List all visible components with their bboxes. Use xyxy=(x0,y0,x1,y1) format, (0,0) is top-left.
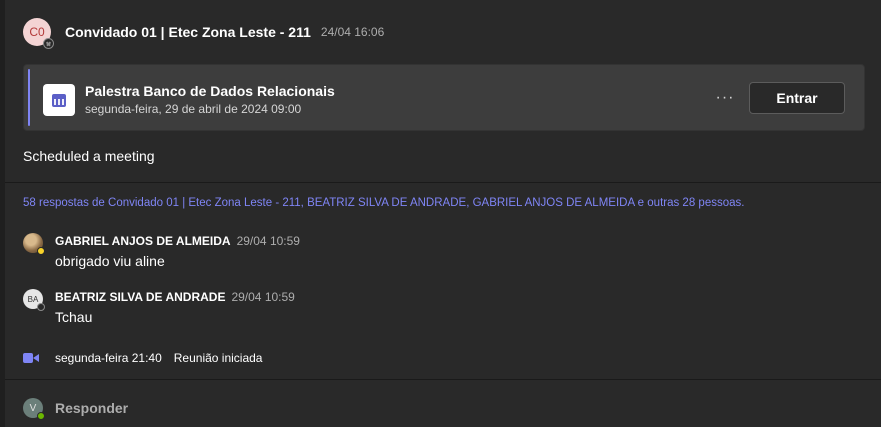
more-options-button[interactable]: ··· xyxy=(714,87,736,109)
sender-avatar[interactable]: C0 xyxy=(23,18,54,49)
post-timestamp: 24/04 16:06 xyxy=(320,25,385,39)
reply-avatar[interactable]: BA xyxy=(23,289,45,311)
replies-summary-link[interactable]: 58 respostas de Convidado 01 | Etec Zona… xyxy=(23,197,744,209)
event-time: segunda-feira 21:40 xyxy=(55,351,162,365)
available-status-icon xyxy=(37,412,45,420)
divider xyxy=(5,379,881,380)
offline-status-icon xyxy=(37,303,45,311)
video-icon xyxy=(23,352,39,364)
calendar-icon xyxy=(43,84,75,116)
away-status-icon xyxy=(37,247,45,255)
meeting-title[interactable]: Palestra Banco de Dados Relacionais xyxy=(85,83,335,99)
reply-timestamp: 29/04 10:59 xyxy=(231,290,295,304)
user-avatar: V xyxy=(23,398,45,420)
message-text: Scheduled a meeting xyxy=(23,148,155,164)
reply-text: Tchau xyxy=(55,309,93,325)
reply-timestamp: 29/04 10:59 xyxy=(236,234,300,248)
event-text: Reunião iniciada xyxy=(173,351,263,365)
join-button[interactable]: Entrar xyxy=(749,82,845,114)
card-accent-bar xyxy=(28,69,30,126)
meeting-card[interactable]: Palestra Banco de Dados Relacionais segu… xyxy=(23,64,865,131)
meeting-date: segunda-feira, 29 de abril de 2024 09:00 xyxy=(85,102,302,116)
reply-text: obrigado viu aline xyxy=(55,253,165,269)
conversation-post: C0 Convidado 01 | Etec Zona Leste - 211 … xyxy=(5,0,881,427)
reply-label[interactable]: Responder xyxy=(55,400,128,416)
divider xyxy=(5,182,881,183)
post-header: C0 Convidado 01 | Etec Zona Leste - 211 … xyxy=(23,17,385,49)
reply-author[interactable]: GABRIEL ANJOS DE ALMEIDA xyxy=(55,234,231,248)
sender-name[interactable]: Convidado 01 | Etec Zona Leste - 211 xyxy=(65,24,311,40)
avatar-initials: V xyxy=(29,402,37,414)
meeting-started-event: segunda-feira 21:40 Reunião iniciada xyxy=(23,349,262,367)
avatar-initials: C0 xyxy=(29,25,45,39)
reply-avatar[interactable] xyxy=(23,233,45,255)
avatar-initials: BA xyxy=(27,294,39,304)
offline-status-icon xyxy=(43,38,54,49)
reply-button[interactable]: V Responder xyxy=(23,397,128,420)
reply-author[interactable]: BEATRIZ SILVA DE ANDRADE xyxy=(55,290,225,304)
